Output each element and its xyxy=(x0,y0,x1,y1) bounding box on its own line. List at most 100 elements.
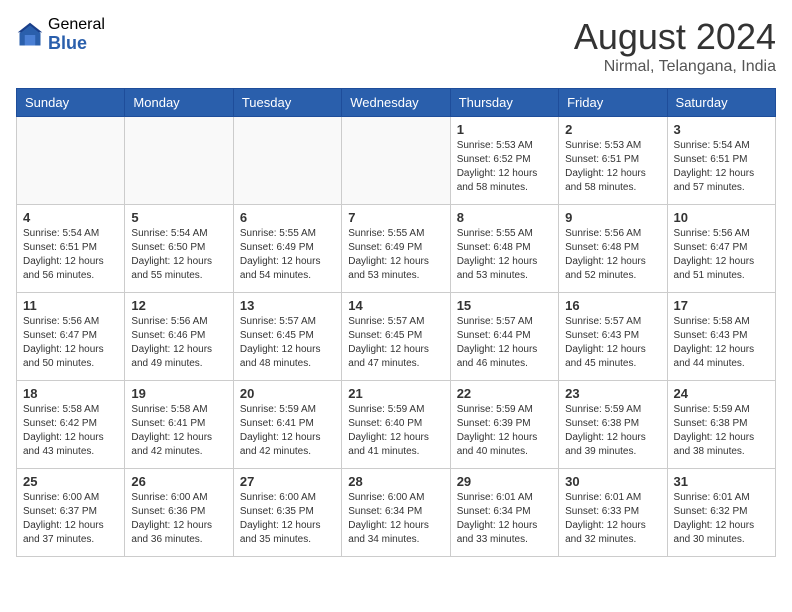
calendar-cell: 30Sunrise: 6:01 AM Sunset: 6:33 PM Dayli… xyxy=(559,469,667,557)
day-number: 1 xyxy=(457,122,552,137)
calendar-cell: 23Sunrise: 5:59 AM Sunset: 6:38 PM Dayli… xyxy=(559,381,667,469)
calendar-cell: 14Sunrise: 5:57 AM Sunset: 6:45 PM Dayli… xyxy=(342,293,450,381)
day-number: 5 xyxy=(131,210,226,225)
calendar-cell xyxy=(125,117,233,205)
weekday-header-tuesday: Tuesday xyxy=(233,89,341,117)
day-info: Sunrise: 5:56 AM Sunset: 6:48 PM Dayligh… xyxy=(565,227,660,283)
calendar-cell: 8Sunrise: 5:55 AM Sunset: 6:48 PM Daylig… xyxy=(450,205,558,293)
day-info: Sunrise: 5:59 AM Sunset: 6:39 PM Dayligh… xyxy=(457,403,552,459)
day-info: Sunrise: 6:00 AM Sunset: 6:35 PM Dayligh… xyxy=(240,491,335,547)
day-number: 13 xyxy=(240,298,335,313)
day-info: Sunrise: 5:55 AM Sunset: 6:49 PM Dayligh… xyxy=(348,227,443,283)
day-info: Sunrise: 5:57 AM Sunset: 6:44 PM Dayligh… xyxy=(457,315,552,371)
calendar-cell: 2 Sunrise: 5:53 AM Sunset: 6:51 PM Daylig… xyxy=(559,117,667,205)
calendar-week-2: 4 Sunrise: 5:54 AM Sunset: 6:51 PM Daylig… xyxy=(17,205,776,293)
day-info: Sunrise: 6:01 AM Sunset: 6:34 PM Dayligh… xyxy=(457,491,552,547)
day-info: Sunrise: 5:54 AM Sunset: 6:51 PM Dayligh… xyxy=(23,227,118,283)
calendar-cell: 28 Sunrise: 6:00 AM Sunset: 6:34 PM Dayli… xyxy=(342,469,450,557)
calendar-cell: 11 Sunrise: 5:56 AM Sunset: 6:47 PM Dayli… xyxy=(17,293,125,381)
day-info: Sunrise: 5:56 AM Sunset: 6:47 PM Dayligh… xyxy=(674,227,769,283)
day-number: 27 xyxy=(240,474,335,489)
day-info: Sunrise: 5:58 AM Sunset: 6:43 PM Dayligh… xyxy=(674,315,769,371)
day-number: 7 xyxy=(348,210,443,225)
calendar-week-3: 11 Sunrise: 5:56 AM Sunset: 6:47 PM Dayli… xyxy=(17,293,776,381)
calendar-cell: 25 Sunrise: 6:00 AM Sunset: 6:37 PM Dayli… xyxy=(17,469,125,557)
logo: General Blue xyxy=(16,16,105,53)
weekday-header-thursday: Thursday xyxy=(450,89,558,117)
calendar-cell: 31 Sunrise: 6:01 AM Sunset: 6:32 PM Dayli… xyxy=(667,469,775,557)
calendar-cell: 20 Sunrise: 5:59 AM Sunset: 6:41 PM Dayli… xyxy=(233,381,341,469)
title-section: August 2024 Nirmal, Telangana, India xyxy=(574,16,776,76)
day-number: 2 xyxy=(565,122,660,137)
day-number: 21 xyxy=(348,386,443,401)
day-number: 24 xyxy=(674,386,769,401)
day-info: Sunrise: 5:59 AM Sunset: 6:40 PM Dayligh… xyxy=(348,403,443,459)
day-number: 6 xyxy=(240,210,335,225)
day-number: 17 xyxy=(674,298,769,313)
calendar-cell: 26 Sunrise: 6:00 AM Sunset: 6:36 PM Dayli… xyxy=(125,469,233,557)
weekday-header-sunday: Sunday xyxy=(17,89,125,117)
calendar-cell: 6 Sunrise: 5:55 AM Sunset: 6:49 PM Daylig… xyxy=(233,205,341,293)
day-number: 20 xyxy=(240,386,335,401)
day-info: Sunrise: 6:00 AM Sunset: 6:37 PM Dayligh… xyxy=(23,491,118,547)
day-number: 3 xyxy=(674,122,769,137)
calendar-week-5: 25 Sunrise: 6:00 AM Sunset: 6:37 PM Dayli… xyxy=(17,469,776,557)
day-info: Sunrise: 6:00 AM Sunset: 6:34 PM Dayligh… xyxy=(348,491,443,547)
day-number: 25 xyxy=(23,474,118,489)
month-year: August 2024 xyxy=(574,16,776,58)
day-info: Sunrise: 5:53 AM Sunset: 6:52 PM Dayligh… xyxy=(457,139,552,195)
calendar-cell: 18 Sunrise: 5:58 AM Sunset: 6:42 PM Dayli… xyxy=(17,381,125,469)
calendar-cell: 22 Sunrise: 5:59 AM Sunset: 6:39 PM Dayli… xyxy=(450,381,558,469)
weekday-header-saturday: Saturday xyxy=(667,89,775,117)
day-number: 11 xyxy=(23,298,118,313)
day-info: Sunrise: 5:53 AM Sunset: 6:51 PM Dayligh… xyxy=(565,139,660,195)
day-info: Sunrise: 5:57 AM Sunset: 6:45 PM Dayligh… xyxy=(240,315,335,371)
day-info: Sunrise: 6:00 AM Sunset: 6:36 PM Dayligh… xyxy=(131,491,226,547)
calendar-cell: 10 Sunrise: 5:56 AM Sunset: 6:47 PM Dayli… xyxy=(667,205,775,293)
day-info: Sunrise: 5:57 AM Sunset: 6:43 PM Dayligh… xyxy=(565,315,660,371)
calendar-cell: 5Sunrise: 5:54 AM Sunset: 6:50 PM Daylig… xyxy=(125,205,233,293)
page-header: General Blue August 2024 Nirmal, Telanga… xyxy=(16,16,776,76)
calendar-cell: 7 Sunrise: 5:55 AM Sunset: 6:49 PM Daylig… xyxy=(342,205,450,293)
logo-general: General xyxy=(48,16,105,34)
calendar-cell: 29Sunrise: 6:01 AM Sunset: 6:34 PM Dayli… xyxy=(450,469,558,557)
day-number: 31 xyxy=(674,474,769,489)
calendar-cell: 4 Sunrise: 5:54 AM Sunset: 6:51 PM Daylig… xyxy=(17,205,125,293)
day-info: Sunrise: 5:55 AM Sunset: 6:49 PM Dayligh… xyxy=(240,227,335,283)
calendar-cell: 24Sunrise: 5:59 AM Sunset: 6:38 PM Dayli… xyxy=(667,381,775,469)
day-number: 9 xyxy=(565,210,660,225)
calendar-cell: 17 Sunrise: 5:58 AM Sunset: 6:43 PM Dayli… xyxy=(667,293,775,381)
day-number: 8 xyxy=(457,210,552,225)
logo-blue: Blue xyxy=(48,34,105,54)
calendar-cell xyxy=(342,117,450,205)
day-number: 4 xyxy=(23,210,118,225)
day-number: 15 xyxy=(457,298,552,313)
logo-text: General Blue xyxy=(48,16,105,53)
day-info: Sunrise: 5:59 AM Sunset: 6:41 PM Dayligh… xyxy=(240,403,335,459)
calendar-table: SundayMondayTuesdayWednesdayThursdayFrid… xyxy=(16,88,776,557)
calendar-cell: 15 Sunrise: 5:57 AM Sunset: 6:44 PM Dayli… xyxy=(450,293,558,381)
weekday-header-row: SundayMondayTuesdayWednesdayThursdayFrid… xyxy=(17,89,776,117)
calendar-cell: 3Sunrise: 5:54 AM Sunset: 6:51 PM Daylig… xyxy=(667,117,775,205)
calendar-week-1: 1 Sunrise: 5:53 AM Sunset: 6:52 PM Daylig… xyxy=(17,117,776,205)
day-info: Sunrise: 6:01 AM Sunset: 6:32 PM Dayligh… xyxy=(674,491,769,547)
day-number: 23 xyxy=(565,386,660,401)
calendar-cell: 1 Sunrise: 5:53 AM Sunset: 6:52 PM Daylig… xyxy=(450,117,558,205)
day-number: 22 xyxy=(457,386,552,401)
calendar-cell: 9 Sunrise: 5:56 AM Sunset: 6:48 PM Daylig… xyxy=(559,205,667,293)
day-number: 26 xyxy=(131,474,226,489)
day-number: 28 xyxy=(348,474,443,489)
calendar-cell xyxy=(233,117,341,205)
day-number: 12 xyxy=(131,298,226,313)
location: Nirmal, Telangana, India xyxy=(574,58,776,76)
day-info: Sunrise: 5:56 AM Sunset: 6:47 PM Dayligh… xyxy=(23,315,118,371)
weekday-header-wednesday: Wednesday xyxy=(342,89,450,117)
day-info: Sunrise: 5:58 AM Sunset: 6:41 PM Dayligh… xyxy=(131,403,226,459)
day-number: 19 xyxy=(131,386,226,401)
day-number: 10 xyxy=(674,210,769,225)
day-info: Sunrise: 5:57 AM Sunset: 6:45 PM Dayligh… xyxy=(348,315,443,371)
day-info: Sunrise: 5:58 AM Sunset: 6:42 PM Dayligh… xyxy=(23,403,118,459)
day-number: 18 xyxy=(23,386,118,401)
logo-icon xyxy=(16,21,44,49)
weekday-header-monday: Monday xyxy=(125,89,233,117)
